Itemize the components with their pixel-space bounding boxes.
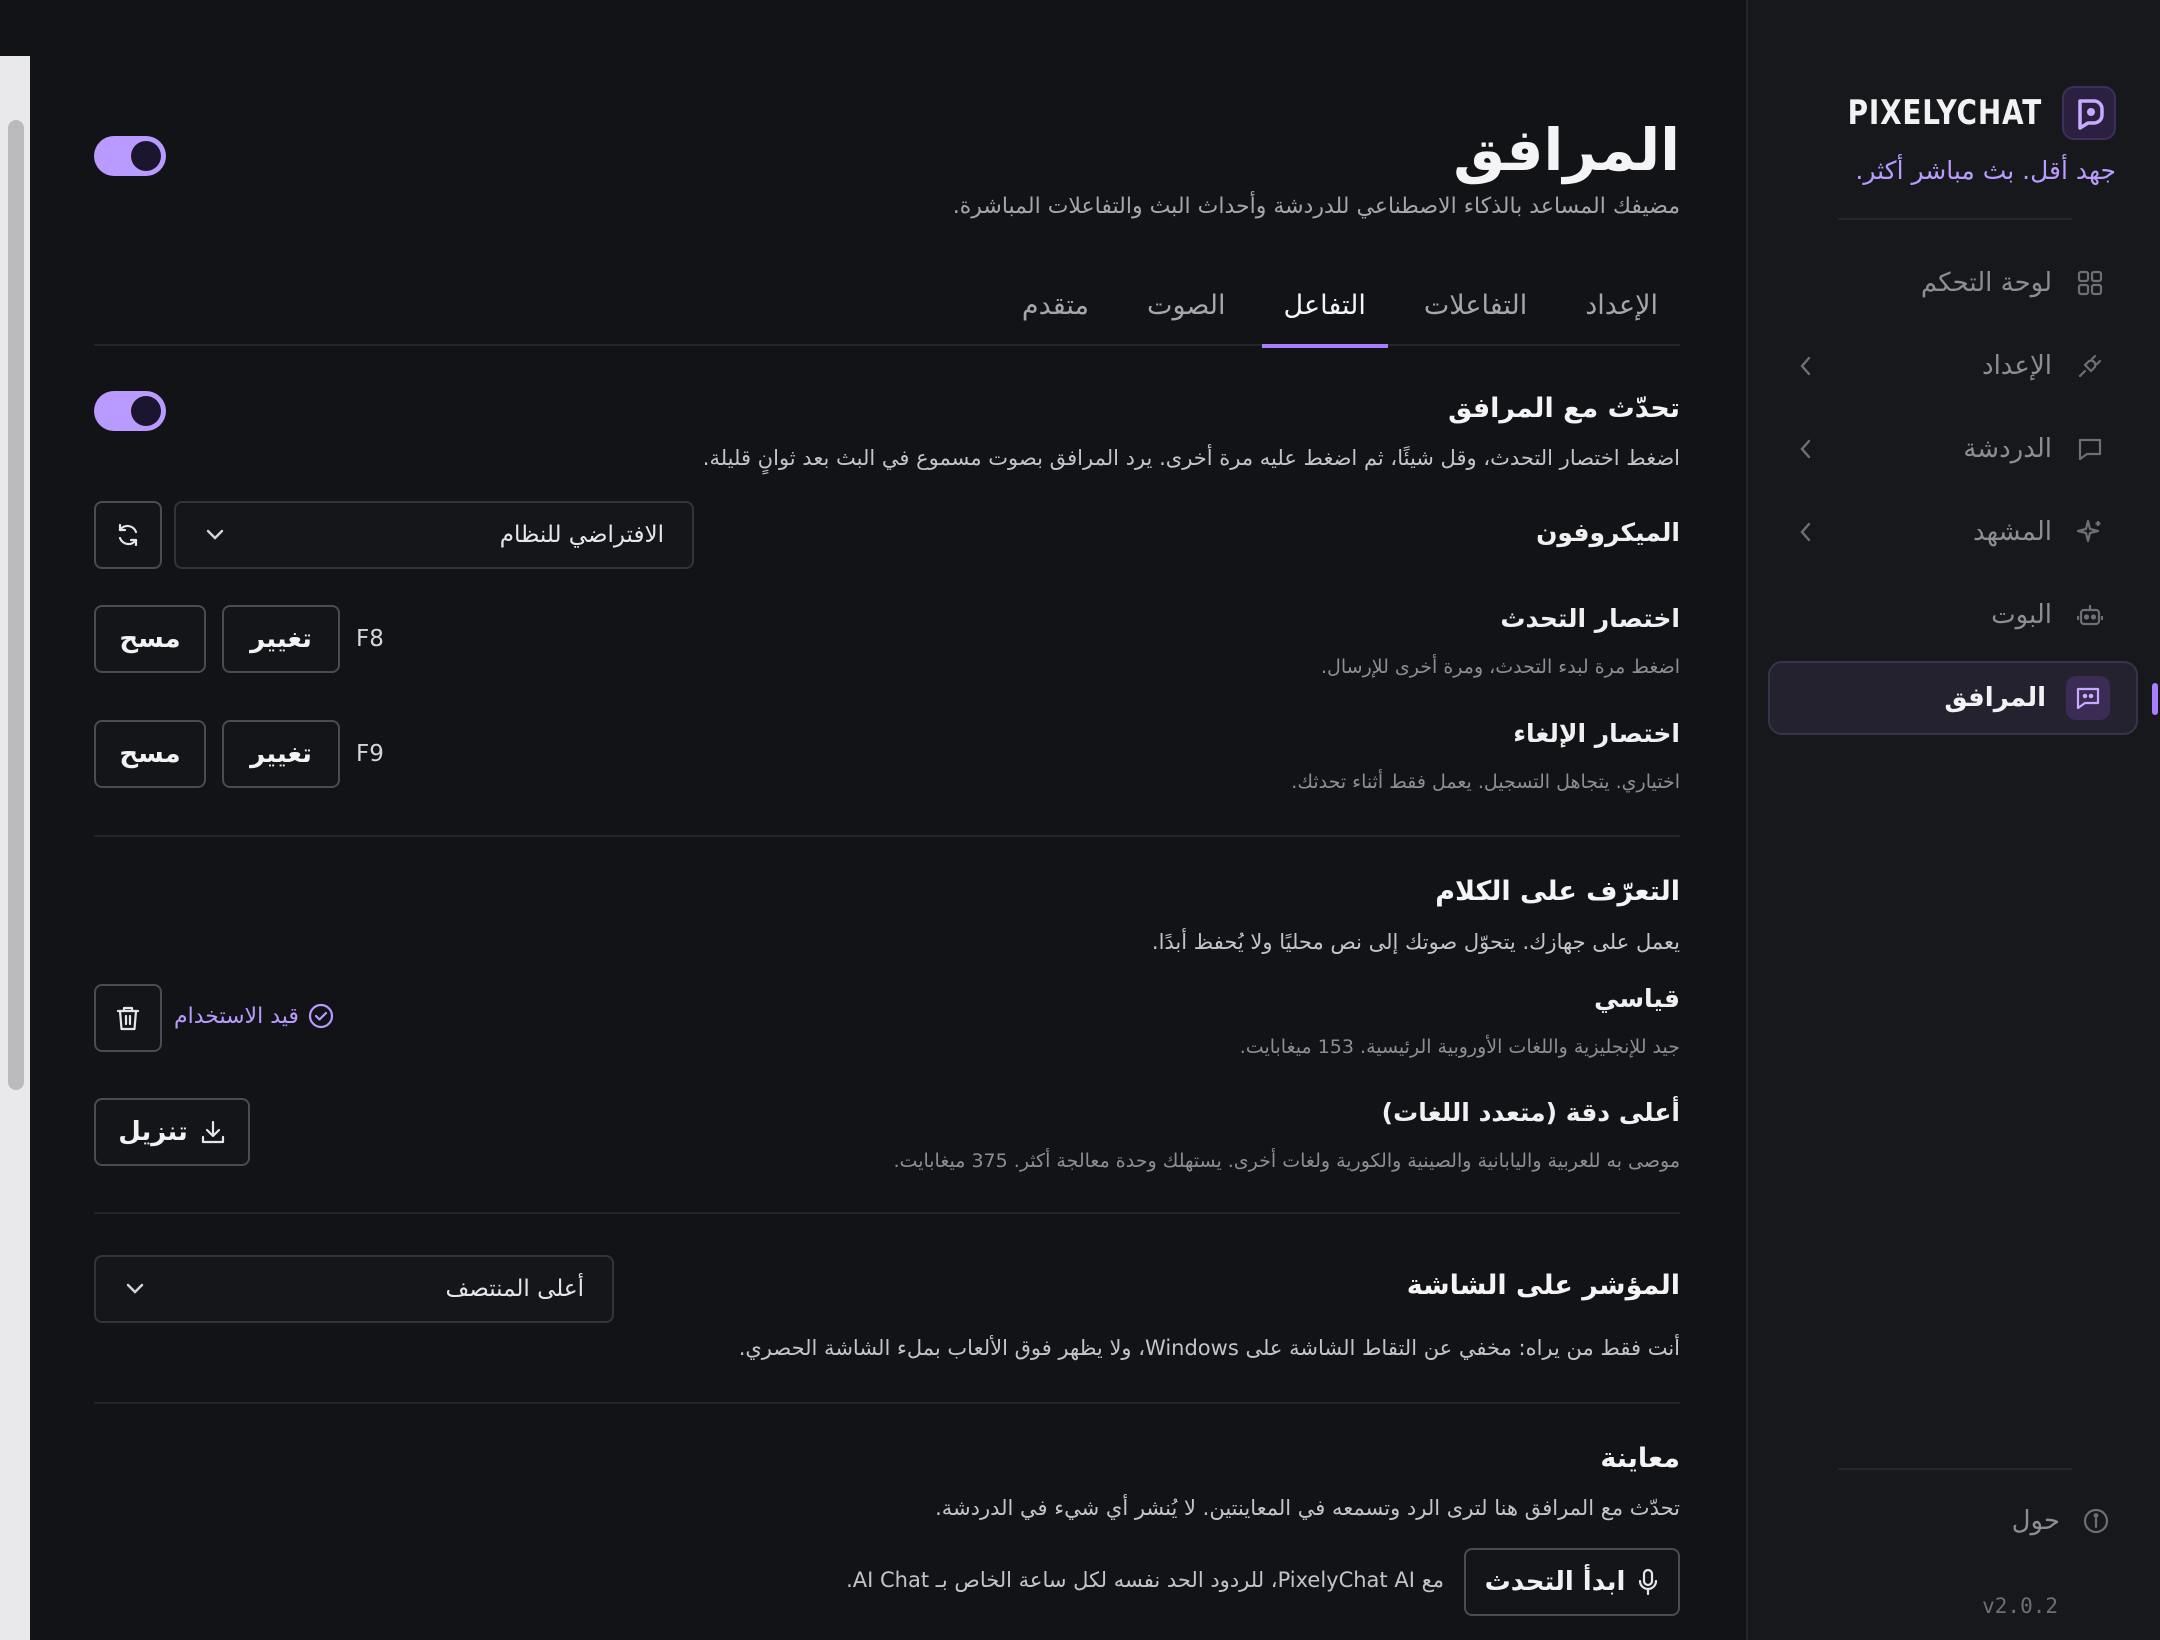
delete-standard-model-button[interactable] (94, 984, 162, 1052)
tab-interaction[interactable]: التفاعل (1261, 276, 1389, 348)
refresh-microphones-button[interactable] (94, 501, 162, 569)
ptt-shortcut-hint: اضغط مرة لبدء التحدث، ومرة أخرى للإرسال. (1321, 656, 1680, 678)
brand: PIXELYCHAT (1805, 86, 2116, 140)
clear-ptt-button[interactable]: مسح (94, 605, 206, 673)
speech-section-title: التعرّف على الكلام (1435, 876, 1680, 907)
preview-section-title: معاينة (1600, 1443, 1680, 1474)
microphone-select-value: الافتراضي للنظام (499, 522, 664, 548)
sidebar-item-bot[interactable]: البوت (1768, 578, 2138, 652)
sidebar-item-chat[interactable]: الدردشة (1768, 412, 2138, 486)
indicator-section-title: المؤشر على الشاشة (1406, 1270, 1680, 1301)
change-ptt-button[interactable]: تغيير (222, 605, 340, 673)
indicator-position-value: أعلى المنتصف (445, 1276, 584, 1302)
download-icon (200, 1119, 226, 1145)
in-use-label: قيد الاستخدام (174, 1003, 299, 1029)
sidebar-item-dashboard[interactable]: لوحة التحكم (1768, 246, 2138, 320)
sidebar-item-label: لوحة التحكم (1920, 268, 2052, 298)
chevron-down-icon (204, 528, 226, 542)
best-model-label: أعلى دقة (متعدد اللغات) (1381, 1098, 1680, 1127)
sidebar-item-about[interactable]: حول (2012, 1506, 2110, 1536)
cancel-shortcut-label: اختصار الإلغاء (1513, 719, 1680, 748)
sidebar-item-label: الإعداد (1981, 351, 2052, 381)
sidebar-divider (1838, 218, 2072, 220)
microphone-select[interactable]: الافتراضي للنظام (174, 501, 694, 569)
start-talking-label: ابدأ التحدث (1484, 1567, 1626, 1597)
companion-enabled-toggle[interactable] (94, 136, 166, 176)
info-icon (2082, 1507, 2110, 1535)
tab-voice[interactable]: الصوت (1125, 276, 1248, 346)
talk-section-description: اضغط اختصار التحدث، وقل شيئًا، ثم اضغط ع… (702, 446, 1680, 470)
brand-name: PIXELYCHAT (1847, 93, 2042, 133)
standard-model-hint: جيد للإنجليزية واللغات الأوروبية الرئيسي… (1239, 1036, 1680, 1058)
sidebar-item-label: الدردشة (1963, 434, 2052, 464)
talk-enabled-toggle[interactable] (94, 391, 166, 431)
chat-icon (2072, 431, 2108, 467)
clear-cancel-button[interactable]: مسح (94, 720, 206, 788)
download-label: تنزيل (118, 1117, 188, 1147)
page-subtitle: مضيفك المساعد بالذكاء الاصطناعي للدردشة … (952, 194, 1680, 219)
change-cancel-button[interactable]: تغيير (222, 720, 340, 788)
indicator-position-select[interactable]: أعلى المنتصف (94, 1255, 614, 1323)
sidebar-item-label: المرافق (1944, 683, 2046, 713)
ptt-shortcut-key: F8 (356, 626, 384, 652)
cancel-shortcut-key: F9 (356, 741, 384, 767)
tab-bar: الإعداد التفاعلات التفاعل الصوت متقدم (94, 276, 1680, 348)
page-title: المرافق (1453, 116, 1680, 184)
start-talking-button[interactable]: ابدأ التحدث (1464, 1548, 1680, 1616)
preview-section-description: تحدّث مع المرافق هنا لترى الرد وتسمعه في… (935, 1496, 1680, 1520)
talk-section-title: تحدّث مع المرافق (1448, 393, 1680, 424)
tab-setup[interactable]: الإعداد (1563, 276, 1680, 346)
standard-model-in-use: قيد الاستخدام (174, 1002, 335, 1030)
chevron-down-icon (124, 1282, 146, 1296)
ptt-shortcut-label: اختصار التحدث (1500, 604, 1680, 633)
toggle-knob (131, 141, 161, 171)
grid-icon (2072, 265, 2108, 301)
refresh-icon (114, 521, 142, 549)
sidebar-item-label: البوت (1991, 600, 2052, 630)
section-divider (94, 1402, 1680, 1404)
speech-section-description: يعمل على جهازك. يتحوّل صوتك إلى نص محليً… (1151, 930, 1680, 954)
download-best-model-button[interactable]: تنزيل (94, 1098, 250, 1166)
chevron-left-icon (1796, 437, 1816, 465)
toggle-knob (131, 396, 161, 426)
best-model-hint: موصى به للعربية واليابانية والصينية والك… (893, 1150, 1681, 1172)
check-circle-icon (307, 1002, 335, 1030)
section-divider (94, 835, 1680, 837)
microphone-label: الميكروفون (1536, 518, 1680, 547)
tab-advanced[interactable]: متقدم (1000, 276, 1111, 346)
app-version: v2.0.2 (1982, 1594, 2058, 1618)
sparkle-icon (2072, 514, 2108, 550)
companion-settings-page: المرافق مضيفك المساعد بالذكاء الاصطناعي … (94, 0, 1680, 1640)
sidebar-nav: لوحة التحكم الإعداد الدردشة المشهد البوت… (1768, 246, 2158, 744)
companion-chat-icon (2066, 676, 2110, 720)
chevron-left-icon (1796, 520, 1816, 548)
sidebar-divider (1838, 1468, 2072, 1470)
preview-rate-limit-note: مع PixelyChat AI، للردود الحد نفسه لكل س… (846, 1568, 1444, 1592)
robot-icon (2072, 597, 2108, 633)
sidebar-item-label: المشهد (1972, 517, 2052, 547)
microphone-icon (1637, 1568, 1659, 1596)
trash-icon (115, 1004, 141, 1032)
brand-tagline: جهد أقل. بث مباشر أكثر. (1855, 156, 2116, 185)
about-label: حول (2011, 1506, 2060, 1536)
indicator-section-description: أنت فقط من يراه: مخفي عن التقاط الشاشة ع… (738, 1336, 1680, 1360)
active-indicator (2152, 683, 2158, 715)
sidebar-item-setup[interactable]: الإعداد (1768, 329, 2138, 403)
page-scrollbar[interactable] (0, 56, 30, 1640)
tab-interactions[interactable]: التفاعلات (1402, 276, 1549, 346)
sidebar-item-scene[interactable]: المشهد (1768, 495, 2138, 569)
plug-icon (2072, 348, 2108, 384)
section-divider (94, 1212, 1680, 1214)
chevron-left-icon (1796, 354, 1816, 382)
brand-logo-icon (2062, 86, 2116, 140)
standard-model-label: قياسي (1594, 984, 1680, 1013)
scrollbar-thumb[interactable] (8, 120, 24, 1090)
sidebar: PIXELYCHAT جهد أقل. بث مباشر أكثر. لوحة … (1746, 0, 2160, 1640)
cancel-shortcut-hint: اختياري. يتجاهل التسجيل. يعمل فقط أثناء … (1291, 771, 1680, 793)
sidebar-item-companion[interactable]: المرافق (1768, 661, 2158, 735)
